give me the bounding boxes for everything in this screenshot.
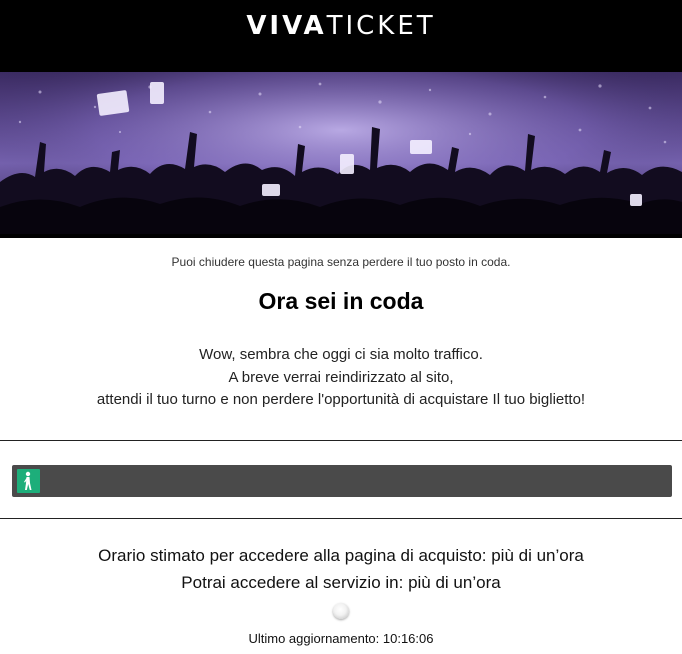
logo-bold-part: VIVA (246, 11, 327, 41)
queue-progress-fill (17, 469, 40, 493)
header: VIVATICKET (0, 0, 682, 72)
vivaticket-logo: VIVATICKET (0, 10, 682, 42)
page-title: Ora sei in coda (258, 288, 424, 314)
walking-person-icon (24, 471, 32, 490)
last-update-time: Ultimo aggiornamento: 10:16:06 (248, 631, 434, 646)
estimated-access-time: Orario stimato per accedere alla pagina … (98, 546, 584, 565)
divider-bottom (0, 518, 682, 519)
hero-divider (0, 234, 682, 238)
traffic-message-line-1: Wow, sembra che oggi ci sia molto traffi… (199, 346, 483, 363)
traffic-message-line-2: A breve verrai reindirizzato al sito, (228, 369, 454, 386)
logo-light-part: TICKET (326, 11, 436, 41)
queue-progress-bar (12, 465, 672, 497)
concert-crowd-illustration (0, 72, 682, 238)
hero-concert-image (0, 72, 682, 238)
loading-spinner-icon (333, 603, 349, 619)
close-page-notice: Puoi chiudere questa pagina senza perder… (171, 255, 511, 269)
divider-top (0, 440, 682, 441)
access-countdown: Potrai accedere al servizio in: più di u… (181, 573, 501, 592)
traffic-message-line-3: attendi il tuo turno e non perdere l'opp… (96, 391, 586, 408)
